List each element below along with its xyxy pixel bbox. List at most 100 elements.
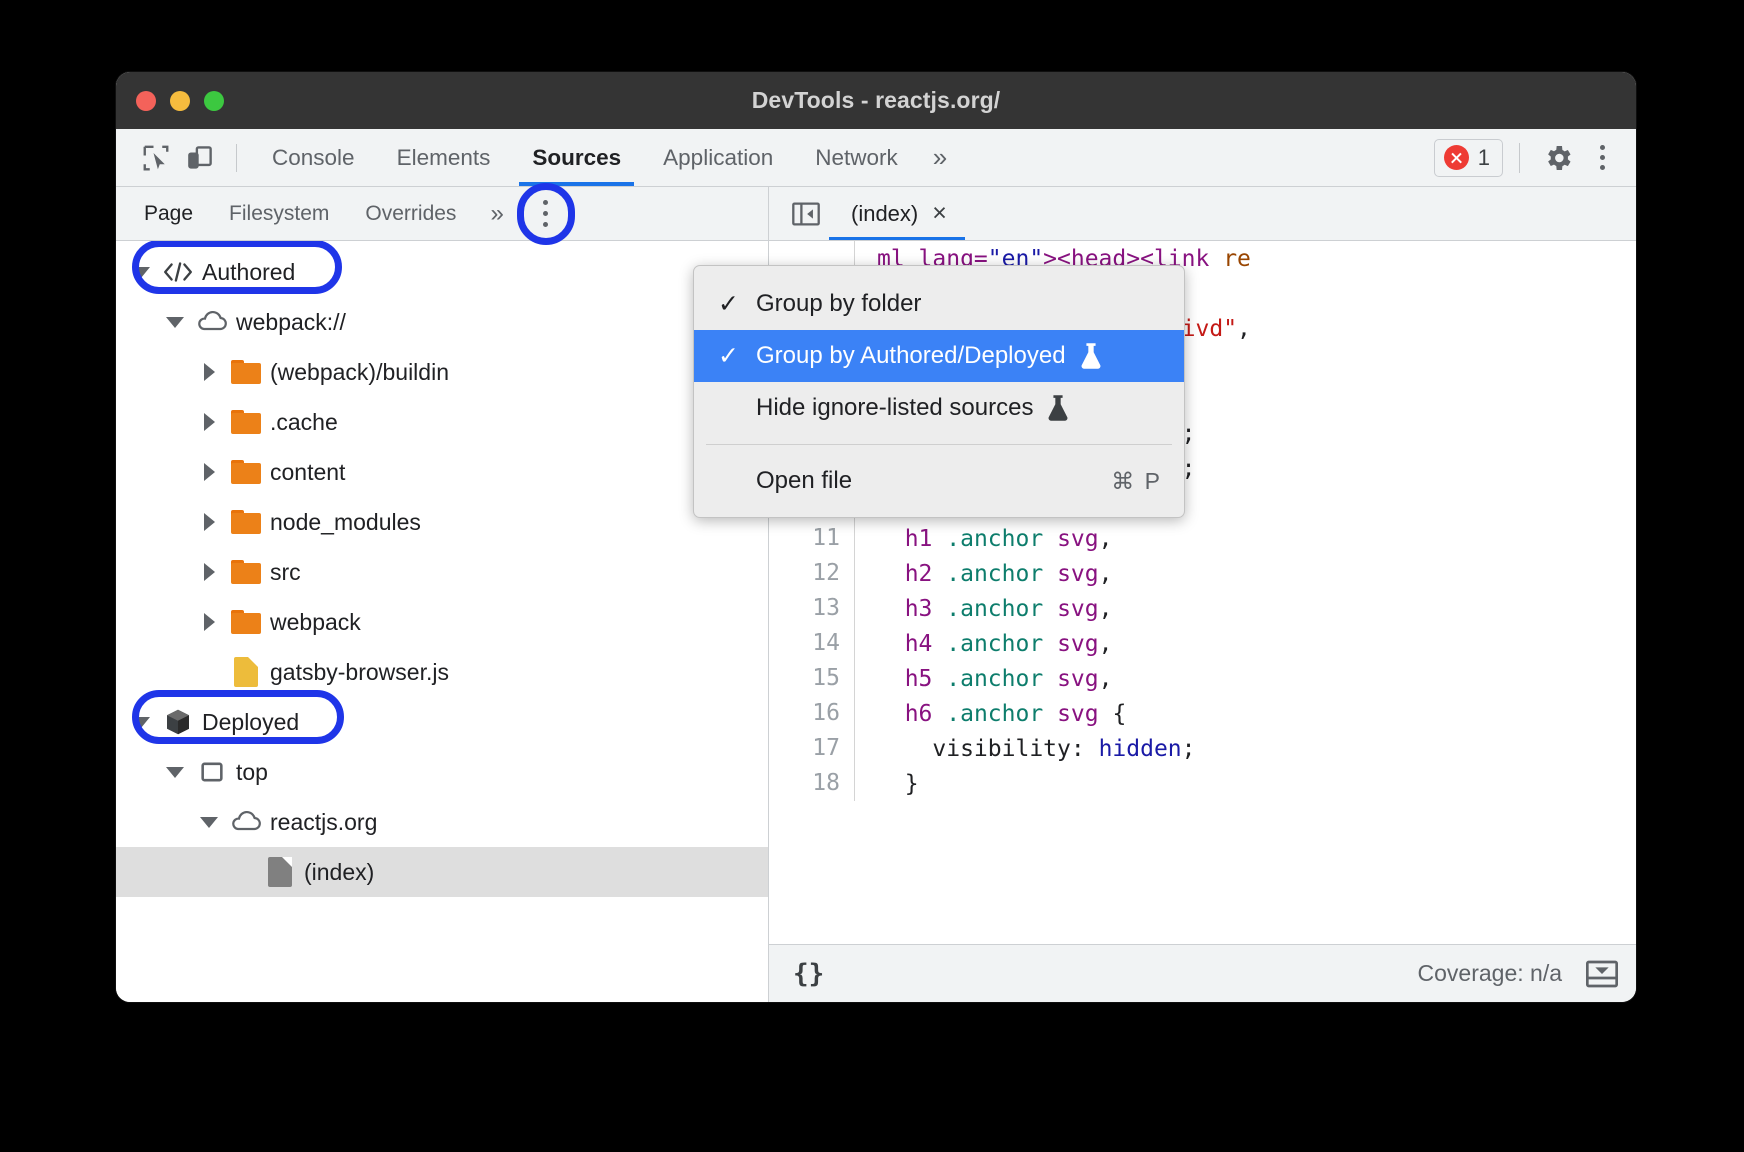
folder-icon — [226, 560, 266, 584]
code-line: 16 h6 .anchor svg { — [769, 696, 1636, 731]
error-icon — [1444, 145, 1469, 170]
devtools-window: DevTools - reactjs.org/ Console Elements — [116, 72, 1636, 1002]
tab-console[interactable]: Console — [251, 129, 376, 186]
file-tree: Authored webpack:// — [116, 241, 768, 1002]
nav-tab-page[interactable]: Page — [126, 187, 211, 240]
nav-tab-filesystem[interactable]: Filesystem — [211, 187, 347, 240]
navigator-options-kebab-icon[interactable] — [526, 188, 566, 240]
check-icon: ✓ — [718, 289, 756, 319]
tree-row-deployed[interactable]: Deployed — [116, 697, 768, 747]
close-icon[interactable]: × — [932, 201, 947, 226]
tree-row-node-modules[interactable]: node_modules — [116, 497, 768, 547]
tab-sources[interactable]: Sources — [511, 129, 642, 186]
window-title: DevTools - reactjs.org/ — [116, 87, 1636, 114]
devtools-main-toolbar: Console Elements Sources Application Net… — [116, 129, 1636, 187]
tree-label: (index) — [304, 859, 374, 886]
show-navigator-icon[interactable] — [783, 200, 829, 228]
code-text: } — [855, 771, 919, 797]
editor-tabstrip: (index) × — [769, 187, 1636, 241]
folder-icon — [226, 360, 266, 384]
menu-item-label: Group by Authored/Deployed — [756, 342, 1066, 370]
menu-item-label: Hide ignore-listed sources — [756, 394, 1033, 422]
experiment-flask-icon — [1045, 394, 1071, 422]
navigator-options-wrap — [526, 188, 566, 240]
cube-icon — [158, 707, 198, 737]
code-text: h2 .anchor svg, — [855, 561, 1112, 587]
line-number: 17 — [769, 731, 855, 766]
code-line: 11 h1 .anchor svg, — [769, 521, 1636, 556]
menu-item-group-by-folder[interactable]: ✓ Group by folder — [694, 278, 1184, 330]
tree-label: gatsby-browser.js — [270, 659, 449, 686]
tree-label: top — [236, 759, 268, 786]
tab-network[interactable]: Network — [794, 129, 919, 186]
tree-row-top[interactable]: top — [116, 747, 768, 797]
tree-label: content — [270, 459, 345, 486]
menu-item-open-file[interactable]: Open file ⌘ P — [694, 455, 1184, 507]
more-navigator-tabs-chevron-icon[interactable]: » — [474, 200, 519, 228]
editor-tab-label: (index) — [851, 201, 918, 227]
tree-label: .cache — [270, 409, 338, 436]
code-line: 12 h2 .anchor svg, — [769, 556, 1636, 591]
tree-label: src — [270, 559, 301, 586]
nav-tab-overrides[interactable]: Overrides — [347, 187, 474, 240]
menu-item-label: Open file — [756, 467, 852, 495]
editor-status-bar: {} Coverage: n/a — [769, 944, 1636, 1002]
code-line: 18 } — [769, 766, 1636, 801]
expand-arrow-icon[interactable] — [192, 363, 226, 381]
main-menu-kebab-icon[interactable] — [1582, 136, 1622, 180]
tree-row-reactjs-org[interactable]: reactjs.org — [116, 797, 768, 847]
expand-arrow-icon[interactable] — [124, 267, 158, 278]
tree-label: Deployed — [202, 709, 299, 736]
js-file-icon — [226, 657, 266, 687]
code-line: 15 h5 .anchor svg, — [769, 661, 1636, 696]
device-toolbar-icon[interactable] — [178, 136, 222, 180]
tree-row-cache[interactable]: .cache — [116, 397, 768, 447]
expand-arrow-icon[interactable] — [192, 413, 226, 431]
toolbar-right-group: 1 — [1434, 136, 1622, 180]
expand-arrow-icon[interactable] — [158, 317, 192, 328]
check-icon: ✓ — [718, 341, 756, 371]
tree-row-src[interactable]: src — [116, 547, 768, 597]
pretty-print-braces-icon[interactable]: {} — [793, 959, 824, 989]
code-text: h3 .anchor svg, — [855, 596, 1112, 622]
line-number: 12 — [769, 556, 855, 591]
line-number: 15 — [769, 661, 855, 696]
tree-row-webpack[interactable]: webpack — [116, 597, 768, 647]
code-brackets-icon — [158, 260, 198, 284]
tree-label: (webpack)/buildin — [270, 359, 449, 386]
menu-item-hide-ignore-listed-sources[interactable]: Hide ignore-listed sources — [694, 382, 1184, 434]
menu-item-group-by-authored-deployed[interactable]: ✓ Group by Authored/Deployed — [694, 330, 1184, 382]
error-count-badge[interactable]: 1 — [1434, 139, 1503, 177]
tree-row-webpack-origin[interactable]: webpack:// — [116, 297, 768, 347]
tree-row-authored[interactable]: Authored — [116, 247, 768, 297]
toolbar-divider-2 — [1519, 143, 1520, 173]
tree-row-gatsby-browser-js[interactable]: gatsby-browser.js — [116, 647, 768, 697]
gear-icon[interactable] — [1536, 136, 1580, 180]
line-number: 14 — [769, 626, 855, 661]
expand-arrow-icon[interactable] — [192, 463, 226, 481]
tree-row-index[interactable]: (index) — [116, 847, 768, 897]
tab-application[interactable]: Application — [642, 129, 794, 186]
inspect-element-icon[interactable] — [134, 136, 178, 180]
tree-label: webpack — [270, 609, 361, 636]
expand-arrow-icon[interactable] — [192, 513, 226, 531]
tree-row-webpack-buildin[interactable]: (webpack)/buildin — [116, 347, 768, 397]
experiment-flask-icon — [1078, 342, 1104, 370]
expand-arrow-icon[interactable] — [192, 613, 226, 631]
error-count-label: 1 — [1478, 145, 1490, 171]
editor-tab-index[interactable]: (index) × — [829, 187, 965, 240]
expand-arrow-icon[interactable] — [192, 817, 226, 828]
show-drawer-icon[interactable] — [1584, 958, 1620, 990]
coverage-label: Coverage: n/a — [1418, 960, 1562, 987]
code-line: 14 h4 .anchor svg, — [769, 626, 1636, 661]
tree-row-content[interactable]: content — [116, 447, 768, 497]
folder-icon — [226, 610, 266, 634]
expand-arrow-icon[interactable] — [192, 563, 226, 581]
frame-icon — [192, 758, 232, 786]
expand-arrow-icon[interactable] — [124, 717, 158, 728]
expand-arrow-icon[interactable] — [158, 767, 192, 778]
document-icon — [260, 857, 300, 887]
panel-tabs: Console Elements Sources Application Net… — [251, 129, 961, 186]
more-panels-chevron-icon[interactable]: » — [919, 142, 961, 173]
tab-elements[interactable]: Elements — [376, 129, 512, 186]
